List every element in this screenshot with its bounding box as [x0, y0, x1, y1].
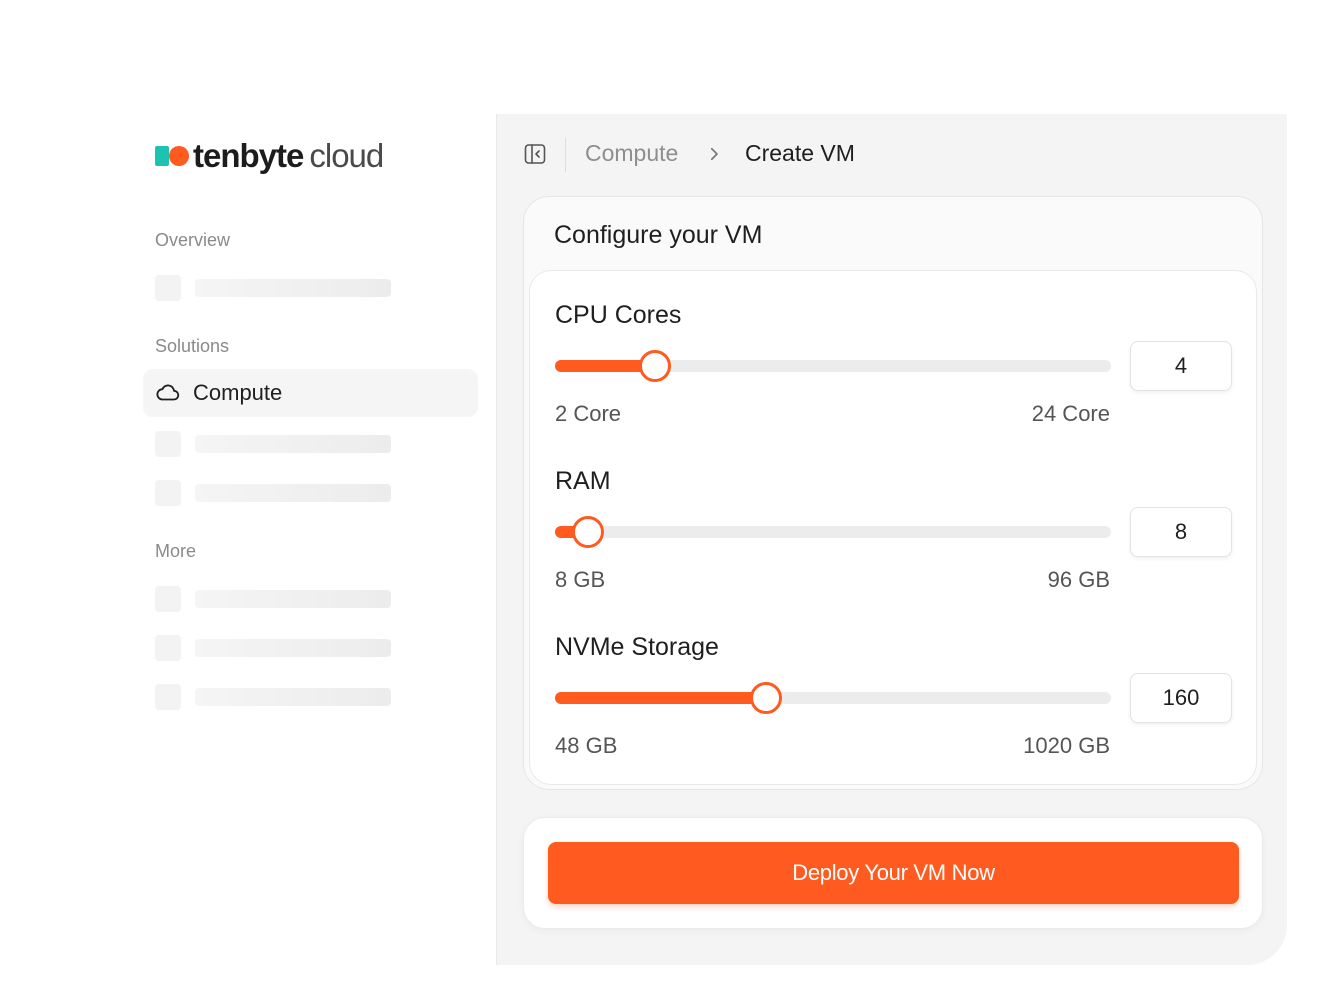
- main-panel: Compute Create VM Configure your VM CPU …: [496, 114, 1287, 965]
- cpu-cores-min-label: 2 Core: [555, 401, 622, 426]
- sidebar-placeholder-item: [155, 684, 395, 710]
- sidebar-item-label: Compute: [193, 380, 283, 405]
- breadcrumb-compute[interactable]: Compute: [585, 140, 678, 167]
- cpu-cores-slider[interactable]: [555, 350, 1111, 382]
- deploy-vm-button[interactable]: Deploy Your VM Now: [548, 842, 1239, 904]
- cpu-cores-label: CPU Cores: [555, 301, 682, 329]
- logo-text: tenbyte cloud: [193, 136, 384, 176]
- ram-slider[interactable]: [555, 516, 1111, 548]
- cpu-cores-max-label: 24 Core: [1031, 401, 1110, 426]
- deploy-card: Deploy Your VM Now: [523, 817, 1263, 929]
- logo-text-strong: tenbyte: [193, 137, 304, 174]
- nvme-storage-max-label: 1020 GB: [1023, 733, 1110, 758]
- nvme-storage-group: NVMe Storage 48 GB 1020 GB 160: [530, 633, 1256, 793]
- ram-input[interactable]: 8: [1130, 507, 1232, 557]
- sidebar-placeholder-item: [155, 431, 395, 457]
- chevron-right-icon: [710, 147, 718, 161]
- cpu-cores-input[interactable]: 4: [1130, 341, 1232, 391]
- slider-panel: CPU Cores 2 Core 24 Core 4 RAM 8 GB 96 G…: [529, 270, 1257, 785]
- cpu-cores-group: CPU Cores 2 Core 24 Core 4: [530, 301, 1256, 461]
- ram-slider-handle[interactable]: [572, 516, 605, 548]
- sidebar-placeholder-item: [155, 635, 395, 661]
- cloud-icon: [156, 384, 180, 401]
- section-label-more: More: [155, 541, 197, 561]
- sidebar: tenbyte cloud Overview Solutions Compute …: [140, 110, 485, 750]
- nvme-storage-slider-handle[interactable]: [750, 682, 783, 714]
- ram-max-label: 96 GB: [1047, 567, 1110, 592]
- nvme-storage-slider-fill: [555, 692, 767, 704]
- ram-label: RAM: [555, 467, 611, 495]
- configure-vm-card: Configure your VM CPU Cores 2 Core 24 Co…: [523, 196, 1263, 790]
- sidebar-placeholder-item: [155, 586, 395, 612]
- sidebar-toggle-icon[interactable]: [523, 142, 547, 166]
- nvme-storage-input[interactable]: 160: [1130, 673, 1232, 723]
- section-label-overview: Overview: [155, 230, 231, 250]
- breadcrumb-current: Create VM: [745, 140, 855, 166]
- brand-logo[interactable]: tenbyte cloud: [155, 136, 384, 176]
- page-title: Configure your VM: [554, 221, 763, 249]
- logo-mark-icon: [155, 144, 189, 168]
- logo-text-light: cloud: [309, 137, 384, 174]
- topbar-divider: [565, 138, 566, 172]
- ram-group: RAM 8 GB 96 GB 8: [530, 467, 1256, 627]
- cpu-cores-slider-handle[interactable]: [639, 350, 672, 382]
- topbar: Compute Create VM: [497, 114, 1287, 194]
- section-label-solutions: Solutions: [155, 336, 230, 356]
- sidebar-placeholder-item: [155, 480, 395, 506]
- nvme-storage-label: NVMe Storage: [555, 633, 719, 661]
- sidebar-placeholder-item: [155, 275, 395, 301]
- sidebar-item-compute[interactable]: Compute: [143, 369, 478, 417]
- nvme-storage-min-label: 48 GB: [555, 733, 618, 758]
- ram-min-label: 8 GB: [555, 567, 606, 592]
- nvme-storage-slider[interactable]: [555, 682, 1111, 714]
